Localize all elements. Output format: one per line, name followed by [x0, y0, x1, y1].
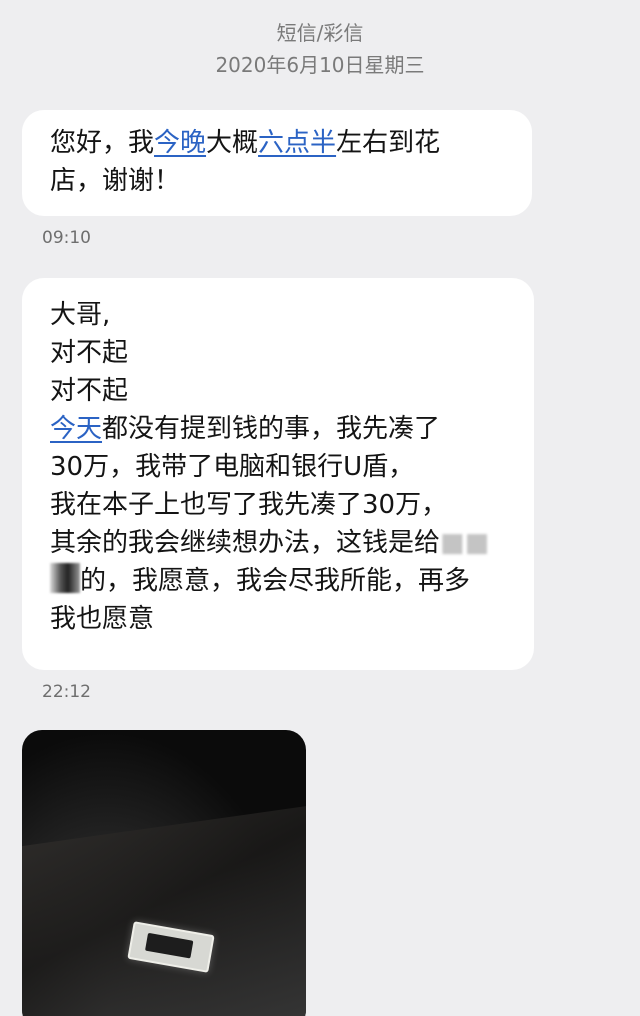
- thread-header: 短信/彩信 2020年6月10日星期三: [0, 18, 640, 80]
- photo-attachment[interactable]: [22, 730, 306, 1016]
- message-text: 其余的我会继续想办法，这钱是给: [50, 528, 441, 558]
- message-line: 我也愿意: [50, 600, 512, 638]
- message-text: 30万，我带了电脑和银行U盾，: [50, 452, 415, 482]
- message-line: 我在本子上也写了我先凑了30万，: [50, 486, 512, 524]
- message-type-label: 短信/彩信: [276, 21, 364, 45]
- redaction-mask: [50, 563, 80, 593]
- redacted-text: ■■: [440, 528, 490, 558]
- message-timestamp: 22:12: [42, 682, 91, 702]
- message-text: 的，我愿意，我会尽我所能，再多: [80, 566, 471, 596]
- photo-background: [22, 801, 306, 1016]
- message-text: 大哥,: [50, 300, 111, 330]
- message-line: 大哥,: [50, 296, 512, 334]
- message-line: 店，谢谢！: [50, 162, 510, 200]
- message-line: 对不起: [50, 334, 512, 372]
- date-link[interactable]: 今晚: [154, 128, 206, 158]
- message-text: 对不起: [50, 376, 129, 406]
- message-line: 的，我愿意，我会尽我所能，再多: [50, 562, 512, 600]
- sms-thread: 短信/彩信 2020年6月10日星期三 您好，我今晚大概六点半左右到花 店，谢谢…: [0, 0, 640, 1016]
- message-line: 对不起: [50, 372, 512, 410]
- date-separator: 2020年6月10日星期三: [215, 53, 425, 77]
- time-link[interactable]: 六点半: [258, 128, 336, 158]
- message-text: 对不起: [50, 338, 129, 368]
- message-text: 您好，我: [50, 128, 155, 158]
- message-line: 30万，我带了电脑和银行U盾，: [50, 448, 512, 486]
- message-text: 店，谢谢！: [50, 166, 181, 196]
- message-line: 您好，我今晚大概六点半左右到花: [50, 124, 510, 162]
- message-text: 都没有提到钱的事，我先凑了: [102, 414, 441, 444]
- message-text: 我在本子上也写了我先凑了30万，: [50, 490, 448, 520]
- message-line: 其余的我会继续想办法，这钱是给■■: [50, 524, 512, 562]
- message-bubble[interactable]: 您好，我今晚大概六点半左右到花 店，谢谢！: [22, 110, 532, 216]
- message-text: 大概: [206, 128, 259, 158]
- message-timestamp: 09:10: [42, 228, 91, 248]
- message-line: 今天都没有提到钱的事，我先凑了: [50, 410, 512, 448]
- message-text: 左右到花: [336, 128, 441, 158]
- message-bubble[interactable]: 大哥, 对不起 对不起 今天都没有提到钱的事，我先凑了 30万，我带了电脑和银行…: [22, 278, 534, 670]
- date-link[interactable]: 今天: [50, 414, 102, 444]
- device-screen: [144, 932, 194, 959]
- message-text: 我也愿意: [50, 604, 155, 634]
